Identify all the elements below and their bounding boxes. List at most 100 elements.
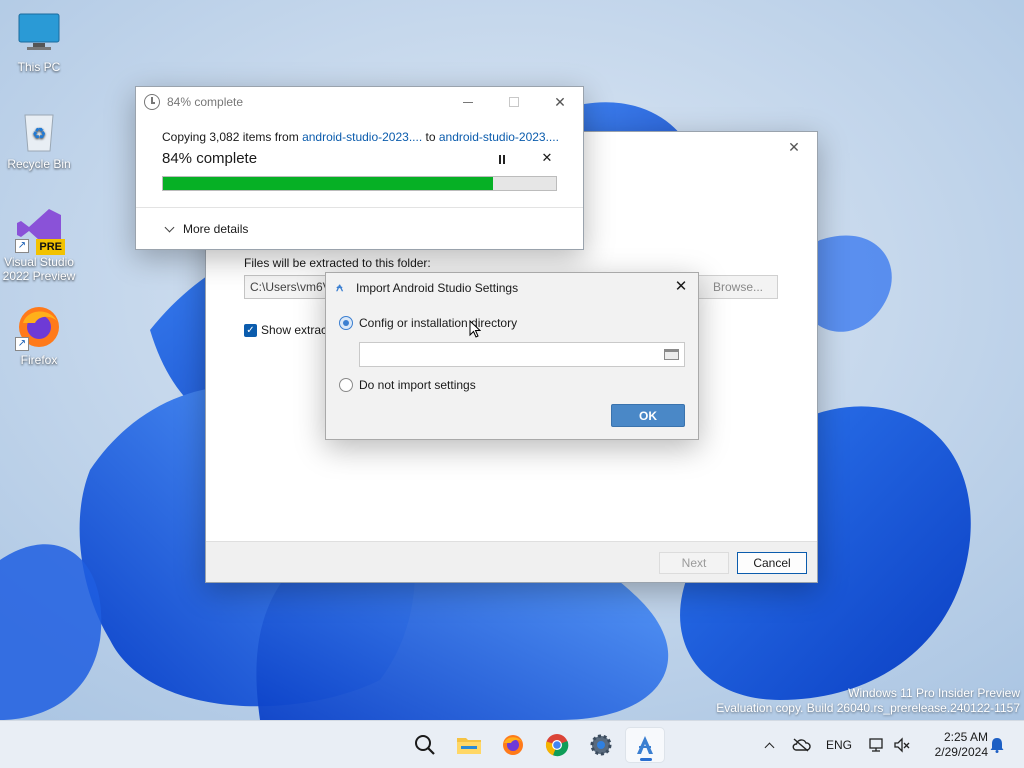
desktop-icon-recycle-bin[interactable]: ♻ Recycle Bin (0, 107, 78, 171)
shortcut-arrow-icon: ↗ (15, 239, 29, 253)
android-studio-icon (637, 736, 653, 754)
file-explorer-icon (457, 738, 481, 754)
next-button[interactable]: Next (659, 552, 729, 574)
clock-button[interactable]: 2:25 AM 2/29/2024 (920, 721, 988, 768)
radio-unselected-icon (339, 378, 353, 392)
close-button[interactable]: ✕ (672, 278, 690, 296)
watermark-line-2: Evaluation copy. Build 26040.rs_prerelea… (716, 701, 1020, 715)
firefox-icon (503, 735, 523, 755)
destination-link[interactable]: android-studio-2023.... (439, 130, 559, 144)
divider (136, 207, 583, 208)
ok-button[interactable]: OK (611, 404, 685, 427)
maximize-icon (509, 97, 519, 107)
extract-path-field[interactable]: C:\Users\vm6V (244, 275, 334, 299)
taskbar-file-explorer[interactable] (449, 727, 489, 763)
clock-time: 2:25 AM (943, 730, 988, 744)
maximize-button[interactable] (491, 87, 537, 117)
extract-folder-label: Files will be extracted to this folder: (244, 256, 431, 270)
copy-title-bar: 84% complete ✕ (136, 87, 583, 117)
chevron-down-icon (164, 222, 175, 232)
svg-text:♻: ♻ (32, 126, 46, 143)
network-icon (869, 738, 883, 752)
taskbar-android-studio[interactable] (625, 727, 665, 763)
import-title-bar: ⍲ Import Android Studio Settings ✕ (326, 273, 698, 303)
browse-button-label: Browse... (712, 280, 763, 294)
copy-progress-fill (163, 177, 494, 190)
desktop-icon-visual-studio[interactable]: PRE ↗ Visual Studio 2022 Preview (0, 205, 78, 283)
chevron-up-icon (764, 742, 774, 752)
cancel-icon: ✕ (541, 150, 553, 165)
show-hidden-icons-button[interactable] (757, 721, 781, 768)
notifications-button[interactable] (986, 721, 1008, 768)
language-indicator[interactable]: ENG (821, 721, 857, 768)
checkbox-checked-icon: ✓ (244, 323, 257, 337)
taskbar-firefox[interactable] (493, 727, 533, 763)
show-extracted-label: Show extract (261, 323, 331, 337)
firefox-icon: ↗ (15, 303, 63, 351)
import-dialog-title: Import Android Studio Settings (356, 281, 519, 295)
desktop-icon-label: Firefox (20, 353, 58, 367)
chrome-icon (545, 734, 569, 757)
cloud-offline-icon (792, 738, 811, 752)
taskbar-chrome[interactable] (537, 727, 577, 763)
radio-do-not-import-label: Do not import settings (359, 378, 476, 392)
radio-selected-icon (339, 316, 353, 330)
next-button-label: Next (681, 556, 707, 570)
close-button[interactable]: ✕ (537, 87, 583, 117)
desktop-icon-firefox[interactable]: ↗ Firefox (0, 303, 78, 367)
desktop-icon-label: Recycle Bin (7, 157, 71, 171)
desktop-icon-label: Visual Studio 2022 Preview (2, 255, 76, 283)
copy-window-title: 84% complete (167, 95, 244, 109)
show-extracted-checkbox[interactable]: ✓ Show extract (244, 323, 330, 337)
copy-progress-bar (162, 176, 557, 191)
evaluation-watermark: Windows 11 Pro Insider Preview Evaluatio… (716, 686, 1020, 716)
more-details-toggle[interactable]: More details (164, 222, 249, 236)
browse-button[interactable]: Browse... (698, 275, 778, 299)
search-icon (415, 735, 435, 755)
progress-heading: 84% complete (162, 150, 258, 167)
cancel-copy-button[interactable]: ✕ (539, 150, 555, 166)
pre-badge: PRE (36, 239, 65, 255)
more-details-label: More details (183, 222, 249, 236)
network-button[interactable] (864, 721, 888, 768)
radio-config-label: Config or installation directory (359, 316, 518, 330)
pause-icon (499, 154, 505, 164)
radio-config-directory[interactable]: Config or installation directory (339, 316, 517, 330)
wizard-footer: Next Cancel (206, 541, 817, 582)
language-label: ENG (825, 738, 852, 752)
taskbar-search-button[interactable] (405, 727, 445, 763)
shortcut-arrow-icon: ↗ (15, 337, 29, 351)
pause-button[interactable] (494, 151, 510, 167)
volume-button[interactable] (890, 721, 914, 768)
active-indicator (640, 758, 652, 761)
speaker-muted-icon (894, 737, 910, 753)
source-link[interactable]: android-studio-2023.... (302, 130, 422, 144)
import-settings-dialog: ⍲ Import Android Studio Settings ✕ Confi… (325, 272, 699, 440)
close-icon: ✕ (554, 93, 566, 110)
folder-open-icon[interactable] (664, 349, 679, 360)
bell-icon (990, 738, 1004, 753)
copy-description: Copying 3,082 items from android-studio-… (162, 130, 559, 144)
clock-icon (144, 94, 160, 110)
minimize-button[interactable] (445, 87, 491, 117)
taskbar: ENG 2:25 AM 2/29/2024 (0, 720, 1024, 768)
close-button[interactable]: ✕ (771, 132, 817, 162)
android-studio-icon: ⍲ (336, 280, 344, 294)
monitor-icon (15, 10, 63, 58)
minimize-icon (463, 101, 473, 103)
onedrive-status-button[interactable] (787, 721, 815, 768)
radio-do-not-import[interactable]: Do not import settings (339, 378, 476, 392)
clock-date: 2/29/2024 (934, 745, 988, 759)
copy-prefix: Copying 3,082 items from (162, 130, 299, 144)
close-icon: ✕ (788, 138, 800, 155)
visual-studio-icon: PRE ↗ (15, 205, 65, 255)
config-path-input[interactable] (359, 342, 685, 367)
close-icon: ✕ (674, 278, 688, 295)
copy-progress-window: 84% complete ✕ Copying 3,082 items from … (135, 86, 584, 250)
ok-button-label: OK (639, 408, 657, 423)
taskbar-settings[interactable] (581, 727, 621, 763)
cancel-button[interactable]: Cancel (737, 552, 807, 574)
recycle-bin-icon: ♻ (15, 107, 63, 155)
cancel-button-label: Cancel (753, 556, 791, 570)
desktop-icon-this-pc[interactable]: This PC (0, 10, 78, 74)
